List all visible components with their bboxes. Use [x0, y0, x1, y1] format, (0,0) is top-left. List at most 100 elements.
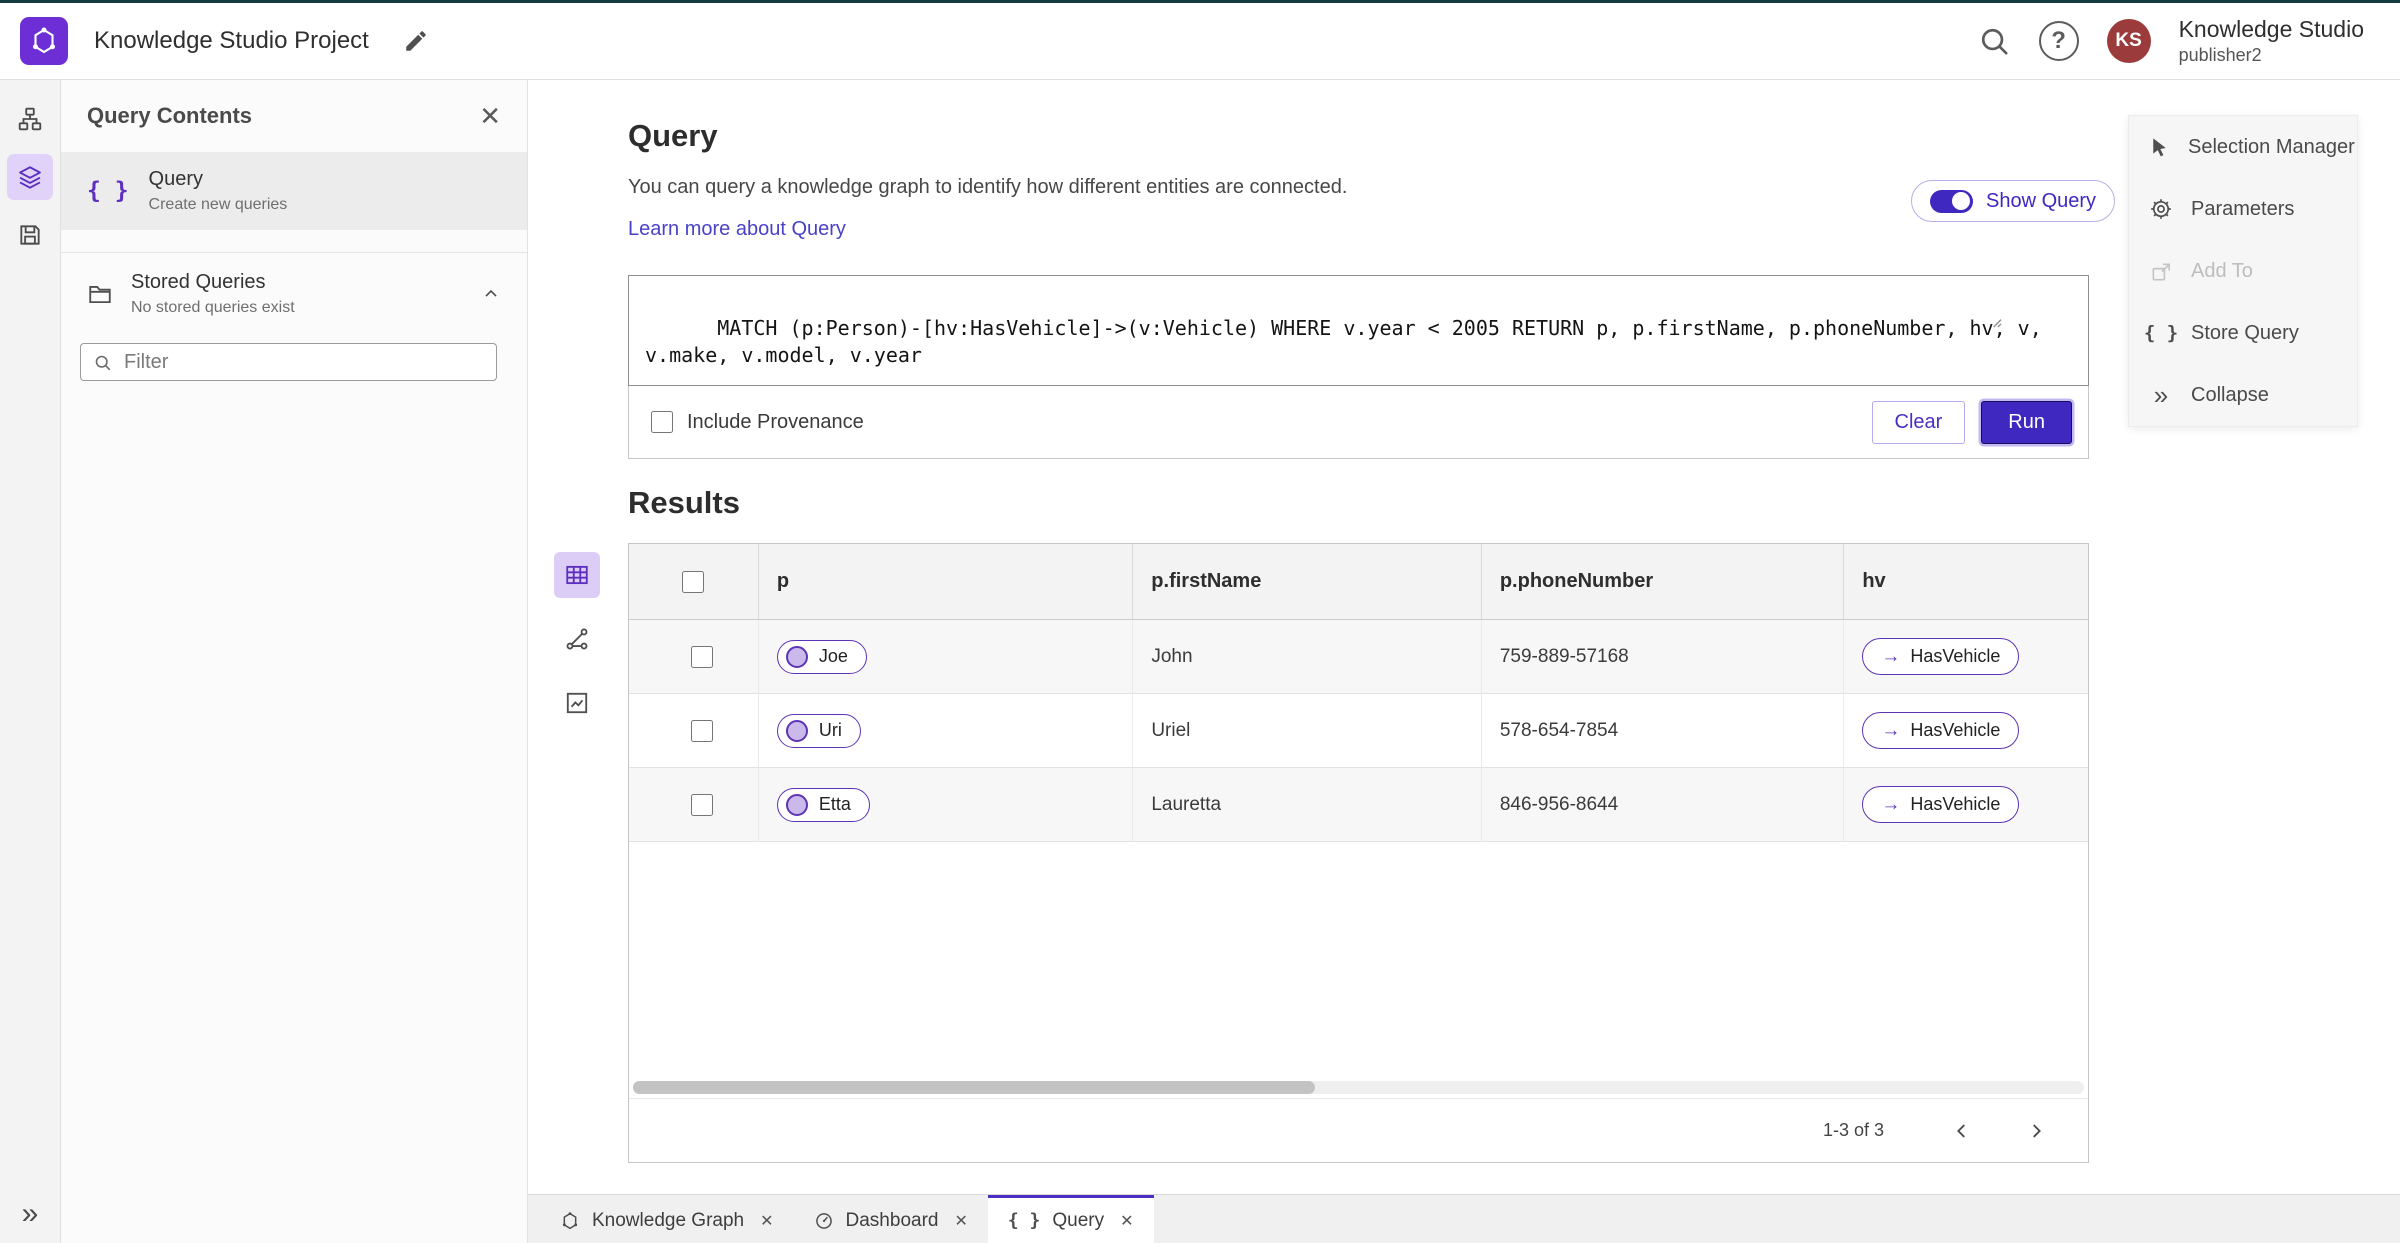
entity-node-icon: [785, 645, 808, 668]
rail-item-save[interactable]: [7, 212, 53, 258]
resize-handle-icon[interactable]: [1989, 276, 2085, 382]
close-icon[interactable]: ✕: [760, 1211, 773, 1231]
arrow-right-icon: →: [1881, 794, 1901, 815]
left-icon-rail: »: [0, 80, 61, 1243]
column-header-hv[interactable]: hv: [1844, 544, 2088, 619]
horizontal-scrollbar-track[interactable]: [633, 1081, 2084, 1094]
tab-knowledge-graph[interactable]: Knowledge Graph ✕: [540, 1195, 794, 1243]
chevron-up-icon[interactable]: [481, 284, 501, 304]
relationship-pill[interactable]: → HasVehicle: [1862, 786, 2020, 823]
row-checkbox[interactable]: [691, 719, 714, 742]
user-role: publisher2: [2178, 45, 2262, 66]
filter-input[interactable]: [124, 350, 484, 374]
panel-header: Query Contents ✕: [61, 80, 527, 152]
query-editor-section: MATCH (p:Person)-[hv:HasVehicle]->(v:Veh…: [628, 275, 2089, 459]
window-top-edge: [0, 0, 2400, 3]
search-button[interactable]: [1977, 24, 2011, 58]
include-provenance-label: Include Provenance: [687, 410, 864, 433]
add-to-icon: [2148, 260, 2174, 283]
close-icon: ✕: [479, 100, 501, 131]
menu-item-collapse[interactable]: » Collapse: [2129, 364, 2357, 426]
table-row[interactable]: Uri Uriel 578-654-7854 → HasVehicle: [629, 694, 2088, 768]
table-row[interactable]: Etta Lauretta 846-956-8644 → HasVehicle: [629, 768, 2088, 842]
table-row[interactable]: Joe John 759-889-57168 → HasVehicle: [629, 620, 2088, 694]
entity-pill[interactable]: Joe: [776, 639, 867, 674]
results-view-toolbar: [554, 552, 600, 726]
avatar[interactable]: KS: [2106, 19, 2151, 63]
close-icon[interactable]: ✕: [1120, 1211, 1133, 1231]
query-text-editor[interactable]: MATCH (p:Person)-[hv:HasVehicle]->(v:Veh…: [628, 275, 2089, 386]
column-header-firstname[interactable]: p.firstName: [1133, 544, 1482, 619]
menu-item-label: Collapse: [2191, 383, 2269, 406]
relationship-label: HasVehicle: [1910, 794, 2001, 814]
tab-dashboard[interactable]: Dashboard ✕: [794, 1195, 988, 1243]
show-query-toggle[interactable]: Show Query: [1911, 180, 2116, 222]
cell-phone: 846-956-8644: [1482, 768, 1845, 841]
filter-field: [80, 343, 497, 381]
cell-phone: 759-889-57168: [1482, 620, 1845, 693]
tab-label: Query: [1052, 1209, 1105, 1231]
entity-label: Joe: [818, 646, 848, 666]
select-all-checkbox[interactable]: [682, 570, 705, 593]
menu-item-parameters[interactable]: Parameters: [2129, 178, 2357, 240]
relationship-pill[interactable]: → HasVehicle: [1862, 712, 2020, 749]
rail-item-layers[interactable]: [7, 154, 53, 200]
main-content: Query You can query a knowledge graph to…: [528, 80, 2400, 1194]
column-header-p[interactable]: p: [759, 544, 1134, 619]
graph-view-button[interactable]: [554, 616, 600, 662]
rail-item-hierarchy[interactable]: [7, 96, 53, 142]
toggle-on-icon: [1930, 189, 1973, 213]
include-provenance-checkbox[interactable]: [651, 411, 673, 433]
pagination-range: 1-3 of 3: [1822, 1120, 1884, 1140]
run-button[interactable]: Run: [1981, 400, 2072, 444]
entity-label: Uri: [818, 720, 842, 740]
relationship-pill[interactable]: → HasVehicle: [1862, 638, 2020, 675]
menu-item-label: Parameters: [2191, 197, 2295, 220]
clear-button[interactable]: Clear: [1871, 400, 1966, 444]
cursor-select-icon: [2148, 136, 2171, 159]
user-info[interactable]: Knowledge Studio publisher2: [2179, 15, 2370, 66]
app-logo[interactable]: [20, 17, 68, 65]
table-header-row: p p.firstName p.phoneNumber hv: [629, 544, 2088, 620]
help-button[interactable]: ?: [2038, 21, 2079, 61]
braces-icon: { }: [87, 178, 129, 204]
sidebar-item-query[interactable]: { } Query Create new queries: [61, 152, 527, 230]
panel-close-button[interactable]: ✕: [479, 101, 501, 132]
menu-item-selection-manager[interactable]: Selection Manager: [2129, 116, 2357, 178]
menu-item-add-to: Add To: [2129, 240, 2357, 302]
entity-node-icon: [785, 793, 808, 816]
chevron-left-icon: [1951, 1120, 1973, 1142]
table-pagination-footer: 1-3 of 3: [629, 1098, 2088, 1162]
query-page-title: Query: [628, 118, 718, 153]
table-view-button[interactable]: [554, 552, 600, 598]
close-icon[interactable]: ✕: [954, 1211, 967, 1231]
entity-pill[interactable]: Etta: [776, 787, 870, 822]
table-icon: [564, 562, 590, 588]
chart-view-button[interactable]: [554, 680, 600, 726]
cell-firstname: Lauretta: [1133, 768, 1482, 841]
row-checkbox[interactable]: [691, 793, 714, 816]
next-page-button[interactable]: [2014, 1109, 2058, 1153]
tab-query[interactable]: { } Query ✕: [987, 1195, 1154, 1243]
edit-title-button[interactable]: [399, 24, 433, 58]
stored-queries-section[interactable]: Stored Queries No stored queries exist: [61, 253, 527, 335]
horizontal-scrollbar-thumb[interactable]: [633, 1081, 1315, 1094]
stored-queries-label: Stored Queries: [131, 271, 266, 293]
relationship-label: HasVehicle: [1910, 646, 2001, 666]
learn-more-link[interactable]: Learn more about Query: [628, 218, 846, 241]
previous-page-button[interactable]: [1940, 1109, 1984, 1153]
column-header-phonenumber[interactable]: p.phoneNumber: [1482, 544, 1845, 619]
entity-node-icon: [785, 719, 808, 742]
menu-item-store-query[interactable]: { } Store Query: [2129, 302, 2357, 364]
expand-rail-button[interactable]: »: [22, 1199, 39, 1229]
entity-pill[interactable]: Uri: [776, 713, 861, 748]
knowledge-graph-logo-icon: [29, 26, 59, 56]
braces-icon: { }: [2143, 322, 2179, 344]
query-actions-menu: Selection Manager Parameters Add To { } …: [2128, 115, 2358, 427]
query-description: You can query a knowledge graph to ident…: [628, 176, 1348, 198]
entity-label: Etta: [818, 794, 851, 814]
tab-label: Knowledge Graph: [592, 1209, 745, 1231]
panel-title: Query Contents: [87, 103, 253, 128]
app-name: Knowledge Studio: [2178, 16, 2364, 43]
row-checkbox[interactable]: [691, 645, 714, 668]
